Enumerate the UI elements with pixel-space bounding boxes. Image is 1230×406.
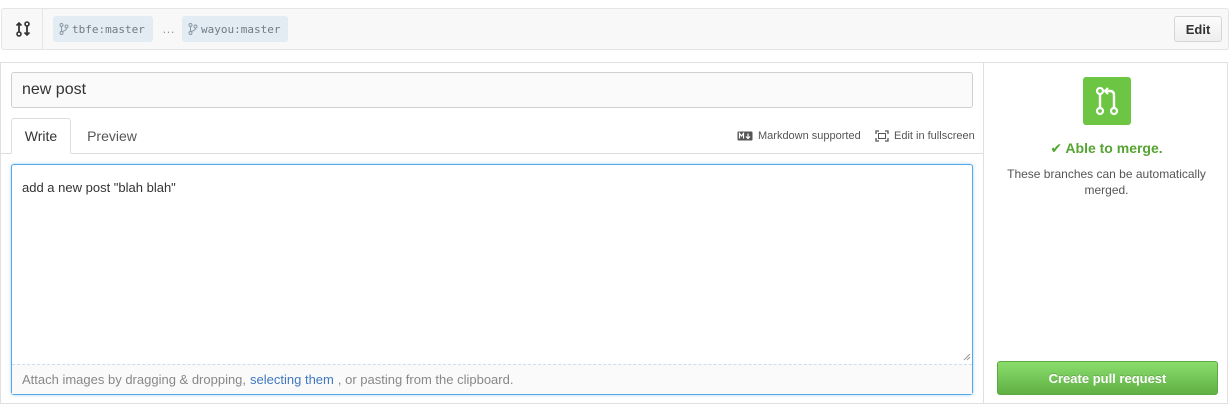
git-branch-icon <box>188 23 198 35</box>
tab-write[interactable]: Write <box>11 118 71 154</box>
head-branch-label: wayou:master <box>201 22 281 36</box>
divider <box>42 9 43 49</box>
branch-separator: … <box>162 21 175 36</box>
markdown-icon <box>737 131 753 141</box>
comment-body-text: add a new post "blah blah" <box>22 180 176 195</box>
merge-description: These branches can be automatically merg… <box>1007 167 1206 197</box>
head-branch-selector[interactable]: wayou:master <box>182 16 288 42</box>
select-files-link[interactable]: selecting them <box>250 372 334 387</box>
tab-preview[interactable]: Preview <box>76 118 148 154</box>
create-pull-request-button[interactable]: Create pull request <box>997 361 1218 395</box>
markdown-label: Markdown supported <box>758 130 861 142</box>
attach-suffix: , or pasting from the clipboard. <box>337 372 514 387</box>
git-branch-icon <box>59 23 69 35</box>
base-branch-label: tbfe:master <box>72 22 145 36</box>
check-icon: ✔ <box>1050 140 1063 156</box>
base-branch-selector[interactable]: tbfe:master <box>53 16 153 42</box>
markdown-supported-link[interactable]: Markdown supported <box>737 130 861 142</box>
comment-body-textarea[interactable]: add a new post "blah blah" Attach images… <box>11 164 973 395</box>
title-input[interactable] <box>11 72 973 108</box>
fullscreen-label: Edit in fullscreen <box>894 130 975 142</box>
fullscreen-icon <box>875 130 889 142</box>
edit-fullscreen-link[interactable]: Edit in fullscreen <box>875 130 975 142</box>
git-merge-icon <box>1083 77 1131 125</box>
divider <box>983 62 984 404</box>
attach-prefix: Attach images by dragging & dropping, <box>22 372 247 387</box>
attach-images-bar[interactable]: Attach images by dragging & dropping, se… <box>12 364 972 394</box>
edit-button[interactable]: Edit <box>1174 16 1222 42</box>
git-compare-icon <box>15 21 31 37</box>
compare-bar: tbfe:master … wayou:master Edit <box>1 8 1229 50</box>
merge-status: ✔ Able to merge. <box>984 140 1229 157</box>
resize-handle-icon[interactable] <box>963 353 971 361</box>
merge-status-label: Able to merge. <box>1065 140 1163 156</box>
